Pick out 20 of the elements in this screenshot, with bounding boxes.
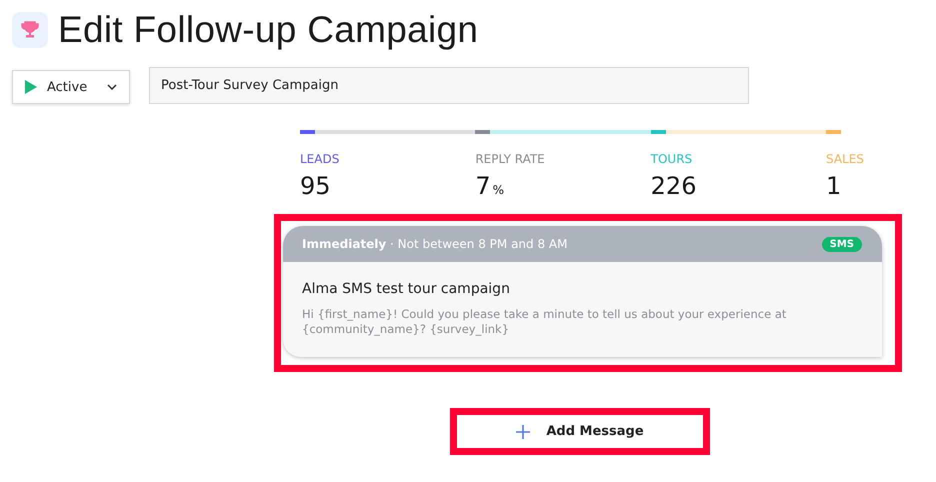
message-text: Hi {first_name}! Could you please take a minute to tell us about your experience at {community_name}? {survey_link}: [302, 307, 788, 337]
stat-unit: %: [492, 183, 504, 197]
stat-value: 1: [826, 172, 842, 200]
timing-text: Immediately · Not between 8 PM and 8 AM: [302, 237, 568, 251]
caret-icon: [107, 84, 117, 90]
stat-value: 95: [300, 172, 331, 200]
campaign-name-field[interactable]: Post-Tour Survey Campaign: [149, 66, 749, 104]
stat-value: 7: [475, 172, 491, 200]
channel-badge: SMS: [822, 236, 862, 252]
stat-value: 226: [650, 172, 696, 200]
page-title: Edit Follow-up Campaign: [58, 9, 478, 51]
message-title: Alma SMS test tour campaign: [302, 281, 511, 297]
status-dropdown[interactable]: Active: [12, 70, 130, 104]
message-card[interactable]: Immediately · Not between 8 PM and 8 AM SMS Alma SMS test tour campaign Hi {first_name}! Could you please take a minute to tell us about your experience at {community_name}? {survey_link}: [283, 226, 882, 357]
plus-icon: [516, 424, 530, 438]
stat-label: REPLY RATE: [475, 152, 545, 166]
stat-label: LEADS: [300, 152, 340, 166]
stat-label: SALES: [826, 152, 864, 166]
trophy-icon: [12, 12, 48, 48]
stat-label: TOURS: [650, 152, 692, 166]
